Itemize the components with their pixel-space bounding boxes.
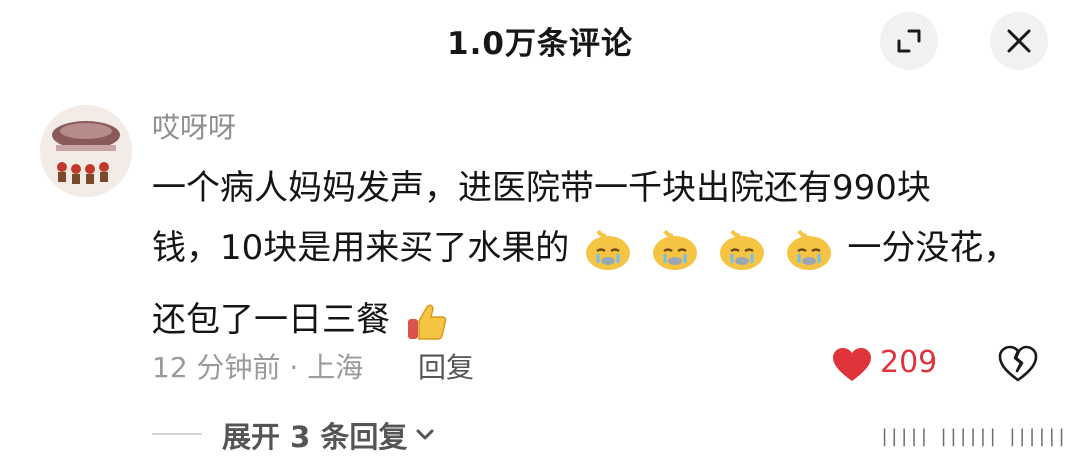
shrink-icon: [897, 29, 921, 53]
crying-face-icon: [718, 227, 766, 290]
close-icon: [1007, 29, 1031, 53]
chevron-down-icon: [416, 429, 434, 440]
like-button[interactable]: [832, 347, 872, 387]
crying-face-icon: [584, 227, 632, 290]
user-avatar[interactable]: [40, 105, 132, 197]
comment-meta: 12 分钟前 · 上海: [152, 351, 364, 384]
comment-username[interactable]: 哎呀呀: [152, 106, 236, 146]
heart-icon: [833, 348, 871, 381]
comment-line-2-text: 钱，10块是用来买了水果的: [152, 228, 570, 268]
expand-replies-label: 展开 3 条回复: [222, 420, 408, 454]
reply-button[interactable]: 回复: [418, 346, 474, 386]
crying-face-icon: [651, 227, 699, 290]
comment-line-1: 一个病人妈妈发声，进医院带一千块出院还有990块: [152, 168, 931, 208]
crying-face-icon: [785, 227, 833, 290]
comment-line-2: 钱，10块是用来买了水果的 一分没花，: [152, 218, 1032, 290]
watermark-barcode-icon: ||||| |||||| ||||||: [879, 426, 1067, 447]
like-count: 209: [880, 345, 938, 380]
expand-replies-button[interactable]: 展开 3 条回复: [222, 414, 435, 456]
broken-heart-icon: [998, 345, 1038, 382]
replies-divider: [152, 433, 202, 435]
shrink-button[interactable]: [880, 12, 938, 70]
comment-line-3-text: 还包了一日三餐: [152, 300, 390, 340]
comment-line-2-tail: 一分没花，: [847, 228, 1018, 268]
comment-text: 一个病人妈妈发声，进医院带一千块出院还有990块 钱，10块是用来买了水果的 一…: [152, 158, 1032, 362]
close-button[interactable]: [990, 12, 1048, 70]
dislike-button[interactable]: [998, 345, 1038, 387]
